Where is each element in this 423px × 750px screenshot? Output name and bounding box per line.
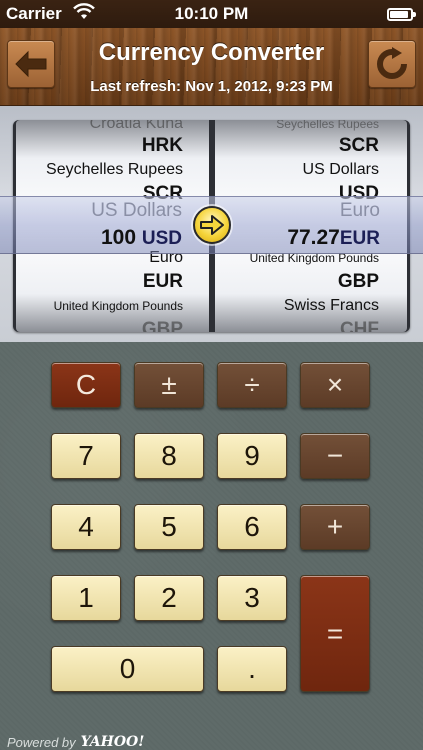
battery-icon	[387, 8, 416, 21]
currency-picker: Croatia Kuna HRK Seychelles Rupees SCR Euro E…	[0, 106, 423, 342]
digit-9-button[interactable]: 9	[217, 433, 287, 479]
divide-button[interactable]: ÷	[217, 362, 287, 408]
digit-6-button[interactable]: 6	[217, 504, 287, 550]
to-selected-value: 77.27EUR	[287, 226, 380, 251]
digit-7-button[interactable]: 7	[51, 433, 121, 479]
subtract-button[interactable]: −	[300, 433, 370, 479]
digit-4-button[interactable]: 4	[51, 504, 121, 550]
status-bar: Carrier 10:10 PM	[0, 0, 423, 28]
powered-by-label: Powered by	[7, 734, 76, 750]
swap-button[interactable]	[193, 206, 231, 244]
status-time: 10:10 PM	[174, 4, 249, 23]
digit-3-button[interactable]: 3	[217, 575, 287, 621]
from-currency-row[interactable]: EUR	[16, 270, 209, 294]
from-currency-row[interactable]: United Kingdom Pounds	[16, 294, 209, 318]
decimal-button[interactable]: .	[217, 646, 287, 692]
multiply-button[interactable]: ×	[300, 362, 370, 408]
from-selected-value[interactable]: 100 USD	[101, 226, 182, 251]
selection-bar: US Dollars 100 USD Euro 77.27EUR	[0, 196, 423, 254]
to-code: EUR	[339, 228, 380, 249]
digit-8-button[interactable]: 8	[134, 433, 204, 479]
equals-button[interactable]: =	[300, 575, 370, 692]
from-currency-row[interactable]: Seychelles Rupees	[16, 158, 209, 182]
to-currency-row[interactable]: SCR	[215, 134, 407, 158]
powered-by-footer: Powered by YAHOO!	[7, 734, 144, 750]
from-selected-name: US Dollars	[91, 200, 182, 221]
to-currency-row[interactable]: CHF	[215, 318, 407, 332]
to-currency-row[interactable]: GBP	[215, 270, 407, 294]
header: Currency Converter Last refresh: Nov 1, …	[0, 28, 423, 106]
from-currency-row[interactable]: HRK	[16, 134, 209, 158]
keypad: C ± ÷ × 7 8 9 − 4 5 6 + 1 2 3 = 0 . Powe…	[0, 342, 423, 750]
to-selected-name: Euro	[339, 200, 380, 221]
app-title: Currency Converter	[98, 39, 325, 66]
last-refresh-label: Last refresh: Nov 1, 2012, 9:23 PM	[90, 78, 333, 95]
from-code: USD	[141, 228, 182, 249]
digit-1-button[interactable]: 1	[51, 575, 121, 621]
digit-2-button[interactable]: 2	[134, 575, 204, 621]
digit-0-button[interactable]: 0	[51, 646, 204, 692]
from-amount: 100	[100, 226, 137, 249]
refresh-icon	[377, 47, 407, 79]
to-currency-row[interactable]: Swiss Francs	[215, 294, 407, 318]
refresh-button[interactable]	[368, 40, 416, 88]
to-currency-row[interactable]: US Dollars	[215, 158, 407, 182]
arrow-right-circle-icon	[200, 215, 224, 235]
plus-minus-button[interactable]: ±	[134, 362, 204, 408]
from-currency-row[interactable]: GBP	[16, 318, 209, 332]
to-amount: 77.27	[287, 226, 340, 249]
yahoo-logo[interactable]: YAHOO!	[81, 734, 145, 750]
add-button[interactable]: +	[300, 504, 370, 550]
digit-5-button[interactable]: 5	[134, 504, 204, 550]
clear-button[interactable]: C	[51, 362, 121, 408]
